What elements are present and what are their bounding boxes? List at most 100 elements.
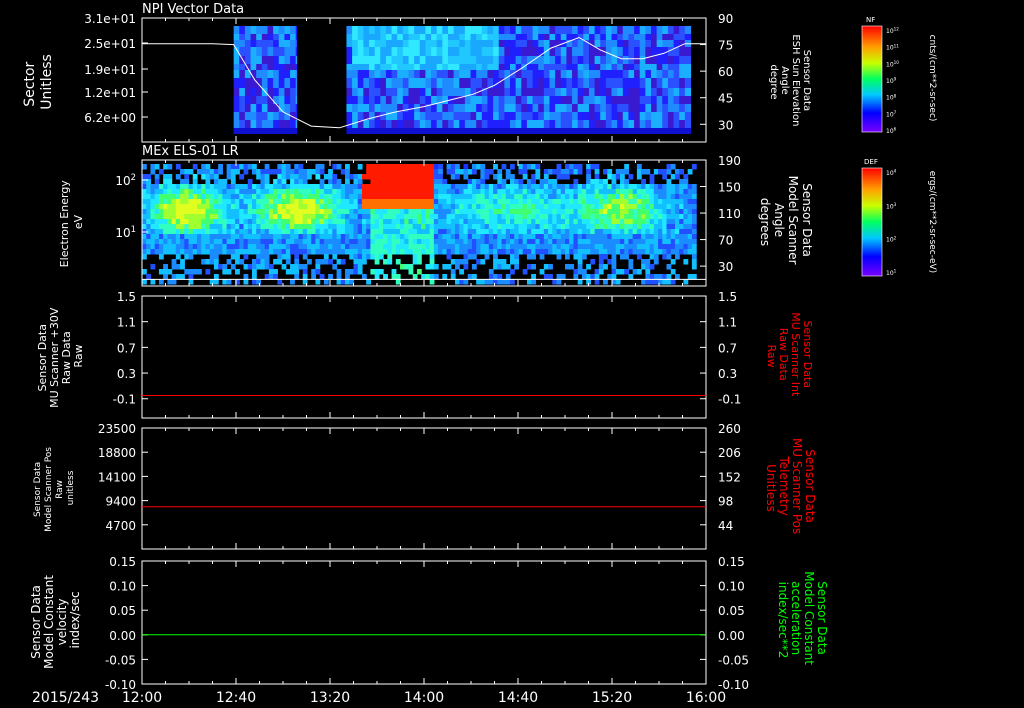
right-y-tick-label: 1.5 [718, 290, 737, 304]
heat-cell [158, 194, 164, 200]
heat-cell [416, 229, 422, 235]
heat-cell [442, 224, 448, 230]
heat-cell [532, 128, 539, 134]
heat-cell [588, 34, 596, 40]
heat-cell [239, 229, 245, 235]
heat-cell [273, 224, 278, 230]
heat-cell [209, 194, 215, 200]
heat-cell [244, 112, 252, 120]
heat-cell [285, 249, 291, 255]
heat-cell [357, 229, 363, 235]
heat-cell [284, 104, 291, 112]
heat-cell [651, 70, 658, 78]
heat-cell [294, 199, 300, 205]
heat-cell [463, 244, 469, 250]
heat-cell [603, 219, 608, 225]
heat-cell [548, 244, 553, 250]
heat-cell [353, 174, 359, 180]
heat-cell [573, 254, 579, 260]
y-tick-label: 3.1e+01 [84, 12, 136, 26]
heat-cell [146, 204, 152, 210]
heat-cell [487, 70, 494, 78]
heat-cell [615, 189, 621, 195]
heat-cell [624, 204, 630, 210]
heat-cell [374, 64, 381, 70]
heat-cell [361, 274, 367, 280]
heat-cell [222, 269, 228, 275]
heat-cell [383, 199, 388, 205]
heat-cell [611, 189, 617, 195]
heat-cell [641, 224, 646, 230]
heat-cell [572, 128, 579, 134]
heat-cell [442, 112, 449, 120]
heat-cell [480, 169, 486, 175]
heat-cell [433, 229, 439, 235]
heat-cell [598, 244, 604, 250]
heat-cell [463, 204, 469, 210]
heat-cell [402, 40, 410, 47]
heat-cell [611, 274, 617, 280]
heat-cell [645, 64, 652, 70]
heat-cell [380, 40, 387, 47]
heat-cell [251, 199, 257, 205]
heat-cell [560, 219, 566, 225]
heat-cell [538, 88, 545, 96]
heat-cell [538, 34, 545, 40]
heat-cell [615, 224, 621, 230]
heat-cell [284, 47, 291, 56]
heat-cell [522, 164, 528, 170]
heat-cell [349, 194, 355, 200]
heat-cell [518, 184, 524, 190]
heat-cell [510, 128, 517, 134]
heat-cell [171, 189, 177, 195]
heat-cell [395, 204, 401, 210]
heat-cell [256, 40, 263, 47]
heat-cell [319, 224, 325, 230]
heat-cell [374, 104, 381, 112]
heat-cell [315, 239, 321, 245]
heat-cell [467, 244, 473, 250]
heat-cell [598, 264, 604, 270]
heat-cell [586, 229, 591, 235]
heat-cell [531, 239, 536, 245]
heat-cell [588, 88, 596, 96]
heat-cell [366, 229, 372, 235]
heat-cell [387, 239, 393, 245]
heat-cell [196, 269, 202, 275]
heat-cell [273, 219, 278, 225]
heat-cell [549, 56, 556, 64]
heat-cell [332, 164, 338, 170]
heat-cell [501, 224, 507, 230]
heat-cell [522, 204, 528, 210]
heat-cell [391, 269, 397, 275]
heat-cell [412, 164, 418, 170]
heat-cell [514, 199, 520, 205]
heat-cell [560, 47, 568, 56]
heat-cell [412, 199, 418, 205]
heat-cell [459, 234, 465, 240]
heat-cell [653, 274, 659, 280]
heat-cell [395, 224, 401, 230]
heat-cell [481, 70, 489, 78]
heat-cell [167, 269, 173, 275]
heat-cell [201, 194, 207, 200]
heat-cell [667, 40, 675, 47]
heat-cell [167, 164, 173, 170]
heat-cell [184, 229, 190, 235]
heat-cell [268, 244, 274, 250]
heat-cell [583, 128, 590, 134]
heat-cell [436, 56, 443, 64]
heat-cell [463, 239, 469, 245]
heat-cell [560, 229, 566, 235]
heat-cell [421, 219, 427, 225]
heat-cell [673, 56, 680, 64]
heat-cell [594, 70, 601, 78]
heat-cell [243, 229, 249, 235]
heat-cell [302, 184, 308, 190]
heat-cell [336, 184, 342, 190]
heat-cell [569, 234, 575, 240]
heat-cell [467, 274, 473, 280]
heat-cell [683, 249, 689, 255]
heat-cell [243, 204, 249, 210]
heat-cell [573, 209, 579, 215]
